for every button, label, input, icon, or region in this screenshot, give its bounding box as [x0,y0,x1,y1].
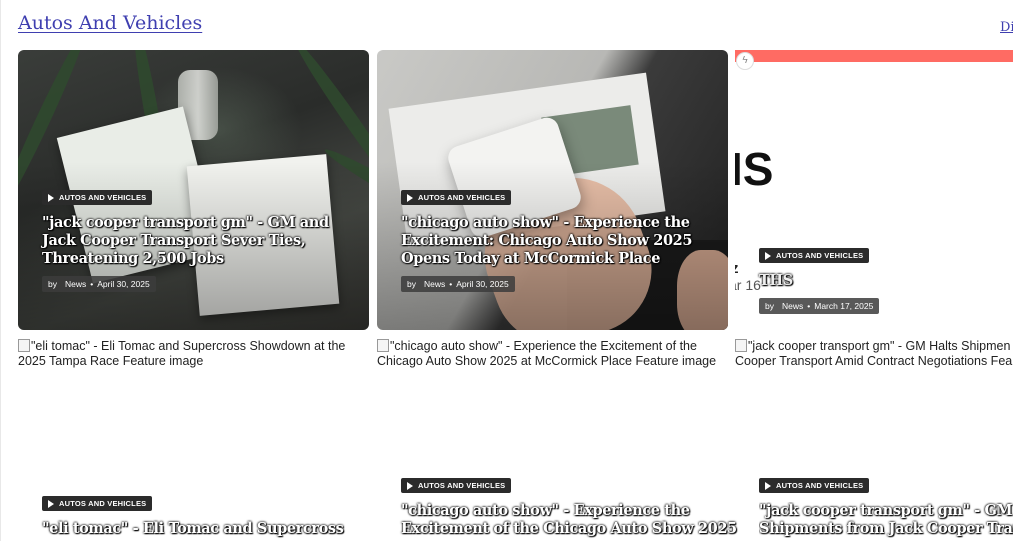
by-label: by [48,279,57,289]
category-label: AUTOS AND VEHICLES [418,193,506,202]
ad-banner-bar [735,50,1013,62]
by-label: by [765,301,774,311]
play-icon [765,481,771,490]
article-card-2[interactable]: AUTOS AND VEHICLES "chicago auto show" -… [377,50,728,330]
article-date: April 30, 2025 [456,279,509,289]
article-title[interactable]: "jack cooper transport gm" - GM and Jack… [42,214,352,268]
play-icon [765,251,771,260]
article-date: March 17, 2025 [814,301,874,311]
meta-separator: • [807,301,811,311]
article-card-1[interactable]: AUTOS AND VEHICLES "jack cooper transpor… [18,50,369,330]
article-title[interactable]: THS [759,272,1009,290]
category-badge[interactable]: AUTOS AND VEHICLES [401,190,512,205]
category-badge[interactable]: AUTOS AND VEHICLES [42,496,153,511]
broken-image-alt[interactable]: "jack cooper transport gm" - GM Halts Sh… [735,339,1013,369]
page-edge [0,0,1,541]
article-meta: by News • March 17, 2025 [759,298,880,314]
article-title[interactable]: "chicago auto show" - Experience the Exc… [401,214,701,268]
image-text: IS [735,143,774,195]
broken-image-icon [735,339,747,352]
image-text-fragment: z [735,260,739,277]
article-date: April 30, 2025 [97,279,150,289]
category-badge[interactable]: AUTOS AND VEHICLES [759,478,870,493]
broken-image-alt[interactable]: "chicago auto show" - Experience the Exc… [377,339,716,369]
category-badge[interactable]: AUTOS AND VEHICLES [759,248,870,263]
category-label: AUTOS AND VEHICLES [59,499,147,508]
category-badge[interactable]: AUTOS AND VEHICLES [401,478,512,493]
category-label: AUTOS AND VEHICLES [418,481,506,490]
broken-image-alt[interactable]: "eli tomac" - Eli Tomac and Supercross S… [18,339,345,369]
broken-image-icon [377,339,389,352]
category-badge[interactable]: AUTOS AND VEHICLES [42,190,153,205]
play-icon [407,481,413,490]
broken-image-icon [18,339,30,352]
play-icon [407,193,413,202]
meta-separator: • [90,279,94,289]
article-title[interactable]: "chicago auto show" - Experience the Exci… [401,502,737,538]
author-link[interactable]: News [65,279,86,289]
category-label: AUTOS AND VEHICLES [59,193,147,202]
play-icon [48,499,54,508]
author-link[interactable]: News [424,279,445,289]
section-title[interactable]: Autos And Vehicles [18,12,202,34]
meta-separator: • [449,279,453,289]
play-icon [48,193,54,202]
article-title[interactable]: "jack cooper transport gm" - GM HalShipm… [759,502,1013,538]
article-meta: by News • April 30, 2025 [401,276,515,292]
image-date-fragment: ar 16 [735,277,761,293]
author-link[interactable]: News [782,301,803,311]
category-label: AUTOS AND VEHICLES [776,481,864,490]
by-label: by [407,279,416,289]
bolt-icon: ϟ [736,52,754,70]
article-title[interactable]: "eli tomac" - Eli Tomac and Supercross [42,520,344,538]
view-all-link[interactable]: Di [1000,20,1013,35]
category-label: AUTOS AND VEHICLES [776,251,864,260]
article-meta: by News • April 30, 2025 [42,276,156,292]
article-card-3[interactable]: ϟ IS z ar 16 AUTOS AND VEHICLES THS by N… [735,50,1013,330]
